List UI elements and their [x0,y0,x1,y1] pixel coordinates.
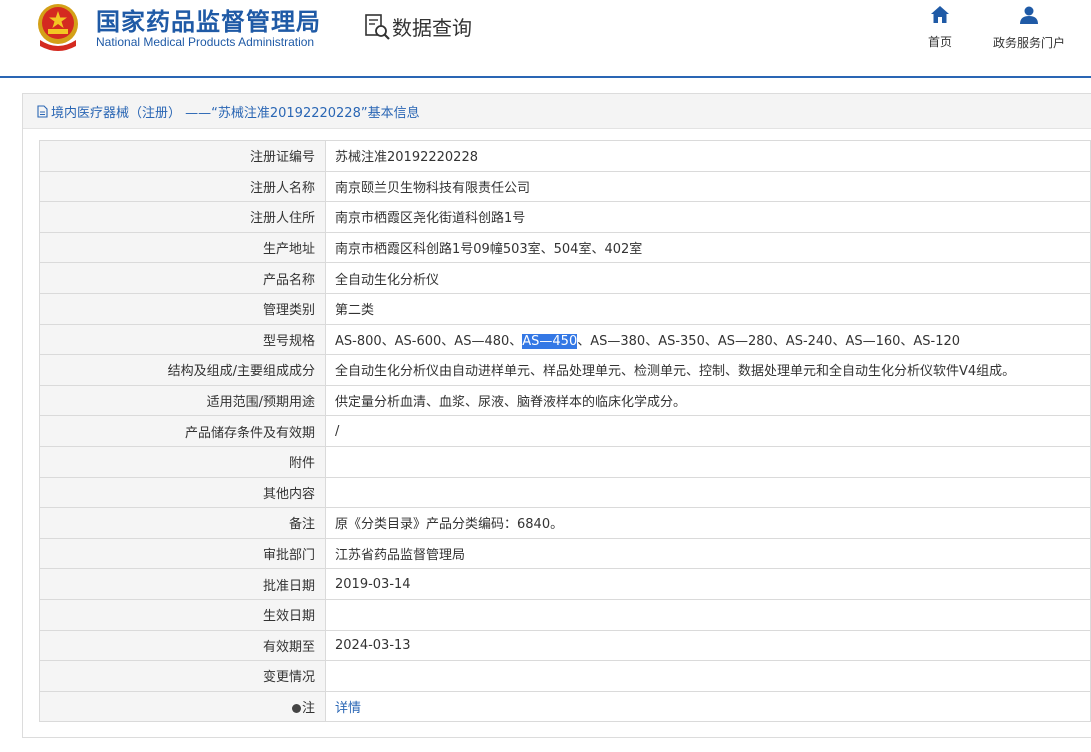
field-value [325,476,1091,509]
panel-header: 境内医疗器械（注册） ——“苏械注准20192220228”基本信息 [23,94,1091,129]
field-value: / [325,415,1091,447]
field-label: 批准日期 [39,568,326,600]
table-row: 产品储存条件及有效期 / [39,415,1091,447]
table-row: 注册人名称 南京颐兰贝生物科技有限责任公司 [39,170,1091,203]
home-icon [931,6,949,23]
field-value: 2019-03-14 [325,568,1091,600]
field-label: 注册人住所 [39,201,326,233]
site-header: 国家药品监督管理局 National Medical Products Admi… [0,0,1091,78]
field-label: 审批部门 [39,537,326,570]
table-row: 批准日期 2019-03-14 [39,568,1091,600]
field-value: 南京市栖霞区科创路1号09幢503室、504室、402室 [325,231,1091,264]
table-row: 注 详情 [39,690,1091,723]
field-label: 有效期至 [39,629,326,662]
data-query-icon [365,14,390,40]
table-row: 生产地址 南京市栖霞区科创路1号09幢503室、504室、402室 [39,231,1091,264]
field-label: 结构及组成/主要组成成分 [39,354,326,386]
info-table: 注册证编号 苏械注准20192220228 注册人名称 南京颐兰贝生物科技有限责… [39,140,1091,723]
field-label: 附件 [39,445,326,478]
table-row: 适用范围/预期用途 供定量分析血清、血浆、尿液、脑脊液样本的临床化学成分。 [39,384,1091,417]
field-label: 备注 [39,507,326,539]
site-title: 国家药品监督管理局 [96,8,321,36]
field-value: 全自动生化分析仪由自动进样单元、样品处理单元、检测单元、控制、数据处理单元和全自… [325,354,1091,386]
table-row: 变更情况 [39,660,1091,692]
field-label: 变更情况 [39,660,326,692]
table-row: 附件 [39,445,1091,478]
field-label: 型号规格 [39,323,326,356]
field-label: 注册证编号 [39,140,326,172]
details-link[interactable]: 详情 [335,701,361,716]
selected-text: AS—450 [522,333,578,349]
nav-portal-link[interactable]: 政务服务门户 [988,6,1070,51]
detail-panel: 境内医疗器械（注册） ——“苏械注准20192220228”基本信息 注册证编号… [22,93,1091,738]
field-label: 注册人名称 [39,170,326,203]
field-label: 产品储存条件及有效期 [39,415,326,447]
table-row: 其他内容 [39,476,1091,509]
field-value: 江苏省药品监督管理局 [325,537,1091,570]
field-value: 供定量分析血清、血浆、尿液、脑脊液样本的临床化学成分。 [325,384,1091,417]
field-value [325,660,1091,692]
field-value [325,598,1091,631]
note-label: 注 [301,700,315,716]
panel-title: 境内医疗器械（注册） ——“苏械注准20192220228”基本信息 [51,105,420,121]
field-value: 详情 [325,690,1091,723]
site-subtitle: National Medical Products Administration [96,35,315,49]
field-label: 生效日期 [39,598,326,631]
note-dot-icon [291,703,301,713]
table-row: 审批部门 江苏省药品监督管理局 [39,537,1091,570]
national-emblem-icon [38,4,78,51]
table-row: 管理类别 第二类 [39,292,1091,325]
models-text-after: 、AS—380、AS-350、AS—280、AS-240、AS—160、AS-1… [577,333,961,349]
document-icon [37,104,48,118]
table-row: 注册人住所 南京市栖霞区尧化街道科创路1号 [39,201,1091,233]
field-value: AS-800、AS-600、AS—480、AS—450、AS—380、AS-35… [325,323,1091,356]
table-row: 结构及组成/主要组成成分 全自动生化分析仪由自动进样单元、样品处理单元、检测单元… [39,354,1091,386]
field-label: 其他内容 [39,476,326,509]
field-label: 适用范围/预期用途 [39,384,326,417]
nav-home-label: 首页 [927,35,952,49]
models-text-before: AS-800、AS-600、AS—480、 [335,333,523,349]
field-value: 第二类 [325,292,1091,325]
field-value: 南京市栖霞区尧化街道科创路1号 [325,201,1091,233]
table-row: 注册证编号 苏械注准20192220228 [39,140,1091,172]
data-query-title: 数据查询 [392,16,472,40]
field-value: 南京颐兰贝生物科技有限责任公司 [325,170,1091,203]
field-value: 原《分类目录》产品分类编码：6840。 [325,507,1091,539]
field-label: 产品名称 [39,262,326,294]
field-label: 注 [39,690,326,723]
table-row: 生效日期 [39,598,1091,631]
table-row: 备注 原《分类目录》产品分类编码：6840。 [39,507,1091,539]
table-row: 型号规格 AS-800、AS-600、AS—480、AS—450、AS—380、… [39,323,1091,356]
nav-portal-label: 政务服务门户 [992,36,1065,50]
field-value: 苏械注准20192220228 [325,140,1091,172]
field-value: 全自动生化分析仪 [325,262,1091,294]
nav-home-link[interactable]: 首页 [920,6,960,50]
table-row: 有效期至 2024-03-13 [39,629,1091,662]
field-value: 2024-03-13 [325,629,1091,662]
field-label: 管理类别 [39,292,326,325]
field-value [325,445,1091,478]
field-label: 生产地址 [39,231,326,264]
table-row: 产品名称 全自动生化分析仪 [39,262,1091,294]
user-icon [1020,6,1038,24]
